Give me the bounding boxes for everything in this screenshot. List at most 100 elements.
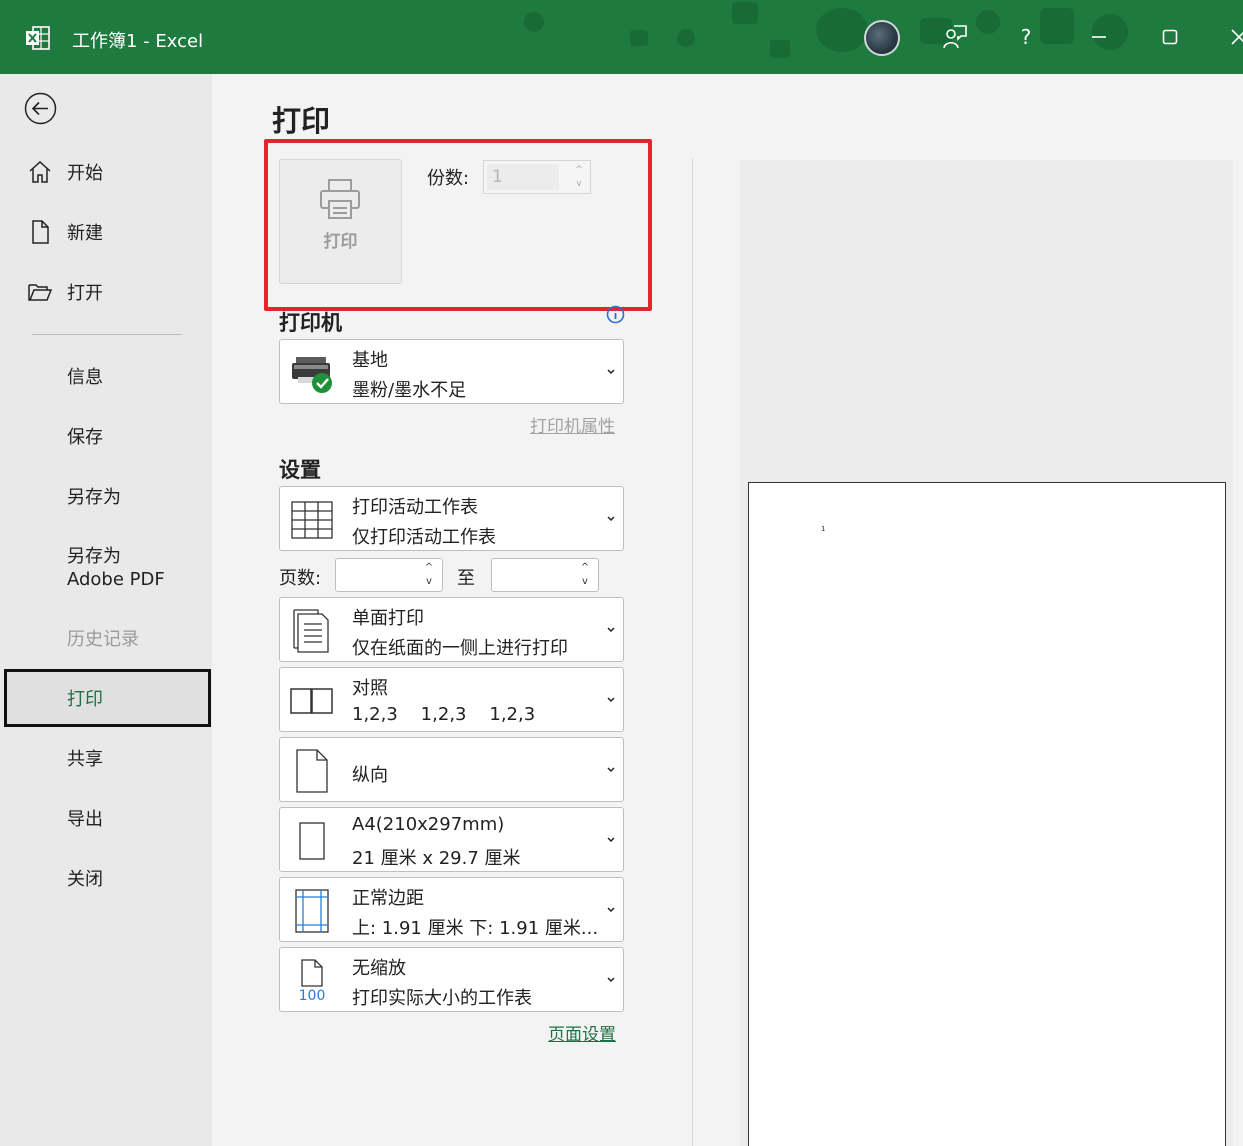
chevron-down-icon	[607, 767, 615, 773]
printer-select[interactable]: 基地 墨粉/墨水不足	[279, 339, 624, 404]
sidebar-item-label: 关闭	[67, 869, 103, 890]
pages-to-arrows[interactable]: ^ v	[578, 561, 592, 589]
setting-secondary-text: 1,2,3 1,2,3 1,2,3	[352, 704, 536, 725]
pages-to-label: 至	[457, 568, 475, 589]
settings-section-title: 设置	[279, 458, 321, 482]
sides-select[interactable]: 单面打印 仅在纸面的一侧上进行打印	[279, 597, 624, 662]
preview-page-number: 1	[821, 525, 826, 533]
new-file-icon	[32, 220, 49, 244]
chevron-up-icon[interactable]: ^	[425, 563, 433, 573]
open-folder-icon	[28, 284, 53, 301]
setting-primary-text: 单面打印	[352, 608, 424, 629]
chevron-up-icon[interactable]: ^	[581, 563, 589, 573]
info-icon[interactable]	[606, 305, 625, 324]
margins-select[interactable]: 正常边距 上: 1.91 厘米 下: 1.91 厘米...	[279, 877, 624, 942]
home-icon	[29, 160, 51, 183]
chevron-down-icon	[607, 837, 615, 843]
chevron-down-icon	[607, 369, 615, 375]
one-sided-icon	[286, 605, 338, 657]
sidebar-item-share[interactable]: 共享	[0, 730, 212, 786]
print-what-select[interactable]: 打印活动工作表 仅打印活动工作表	[279, 486, 624, 551]
margins-icon	[286, 885, 338, 937]
no-scaling-icon: 100	[286, 955, 338, 1007]
pages-from-arrows[interactable]: ^ v	[422, 561, 436, 589]
close-button[interactable]	[1224, 22, 1243, 52]
minimize-button[interactable]	[1084, 22, 1114, 52]
page-setup-link[interactable]: 页面设置	[548, 1020, 616, 1045]
panel-divider	[692, 158, 693, 1146]
printer-status-icon	[286, 347, 338, 399]
portrait-icon	[286, 745, 338, 797]
window-title: 工作簿1 - Excel	[72, 31, 204, 52]
collated-icon	[286, 675, 338, 727]
printer-properties-link[interactable]: 打印机属性	[530, 412, 615, 437]
sidebar-item-open[interactable]: 打开	[0, 264, 212, 320]
setting-secondary-text: 打印实际大小的工作表	[352, 988, 532, 1009]
paper-size-icon	[286, 815, 338, 867]
sidebar-item-save[interactable]: 保存	[0, 408, 212, 464]
sidebar-item-label: 打印	[67, 689, 103, 710]
sidebar-item-info[interactable]: 信息	[0, 348, 212, 404]
pages-label: 页数:	[279, 568, 322, 589]
sidebar-item-label: 历史记录	[67, 629, 139, 650]
setting-primary-text: 无缩放	[352, 958, 406, 979]
setting-primary-text: A4(210x297mm)	[352, 814, 505, 835]
sidebar-item-label: 打开	[67, 283, 103, 304]
pages-from-stepper[interactable]: ^ v	[335, 558, 443, 592]
scaling-select[interactable]: 100 无缩放 打印实际大小的工作表	[279, 947, 624, 1012]
scaling-icon-text: 100	[298, 988, 326, 1004]
sidebar-item-label: 共享	[67, 749, 103, 770]
sidebar-item-label: 另存为 Adobe PDF	[67, 546, 165, 590]
highlight-annotation-box	[264, 139, 652, 311]
setting-primary-text: 对照	[352, 678, 388, 699]
sidebar-item-save-as[interactable]: 另存为	[0, 468, 212, 524]
feedback-icon[interactable]	[940, 22, 970, 52]
collation-select[interactable]: 对照 1,2,3 1,2,3 1,2,3	[279, 667, 624, 732]
user-avatar[interactable]	[864, 20, 900, 56]
sidebar-item-label: 另存为	[67, 487, 121, 508]
printer-name: 基地	[352, 350, 388, 371]
chevron-down-icon	[607, 977, 615, 983]
backstage-sidebar: 开始 新建 打开 信息 保存 另存为 另存为 Adobe PDF 历史记录 打印…	[0, 74, 212, 1146]
sidebar-item-save-as-pdf[interactable]: 另存为 Adobe PDF	[0, 540, 212, 596]
help-icon[interactable]: ?	[1011, 22, 1041, 52]
chevron-down-icon	[607, 907, 615, 913]
printer-section-title: 打印机	[279, 311, 342, 335]
setting-secondary-text: 仅在纸面的一侧上进行打印	[352, 638, 568, 659]
paper-size-select[interactable]: A4(210x297mm) 21 厘米 x 29.7 厘米	[279, 807, 624, 872]
chevron-down-icon	[607, 516, 615, 522]
sidebar-item-print[interactable]: 打印	[4, 669, 211, 727]
setting-primary-text: 纵向	[352, 765, 388, 786]
back-arrow-icon[interactable]	[24, 92, 57, 125]
sidebar-item-label: 信息	[67, 367, 103, 388]
setting-secondary-text: 21 厘米 x 29.7 厘米	[352, 848, 521, 869]
excel-logo-icon	[26, 26, 50, 50]
setting-secondary-text: 上: 1.91 厘米 下: 1.91 厘米...	[352, 918, 599, 939]
sidebar-divider	[32, 334, 182, 335]
chevron-down-icon	[607, 697, 615, 703]
decorative-pattern	[524, 2, 1128, 58]
chevron-down-icon[interactable]: v	[582, 577, 588, 587]
printer-status: 墨粉/墨水不足	[352, 380, 467, 401]
sidebar-item-label: 保存	[67, 427, 103, 448]
title-bar: 工作簿1 - Excel ?	[0, 0, 1243, 74]
setting-primary-text: 正常边距	[352, 888, 424, 909]
sidebar-item-label: 新建	[67, 223, 103, 244]
sidebar-item-home[interactable]: 开始	[0, 144, 212, 200]
page-title: 打印	[272, 104, 331, 138]
print-preview-page: 1	[748, 482, 1226, 1146]
sidebar-item-export[interactable]: 导出	[0, 790, 212, 846]
sidebar-item-label: 开始	[67, 163, 103, 184]
setting-primary-text: 打印活动工作表	[352, 497, 478, 518]
sidebar-item-new[interactable]: 新建	[0, 204, 212, 260]
chevron-down-icon	[607, 627, 615, 633]
setting-secondary-text: 仅打印活动工作表	[352, 527, 496, 548]
orientation-select[interactable]: 纵向	[279, 737, 624, 802]
sidebar-item-close[interactable]: 关闭	[0, 850, 212, 906]
sidebar-item-history: 历史记录	[0, 610, 212, 666]
sheet-grid-icon	[286, 494, 338, 546]
maximize-button[interactable]	[1155, 22, 1185, 52]
chevron-down-icon[interactable]: v	[426, 577, 432, 587]
pages-to-stepper[interactable]: ^ v	[491, 558, 599, 592]
sidebar-item-label: 导出	[67, 809, 103, 830]
